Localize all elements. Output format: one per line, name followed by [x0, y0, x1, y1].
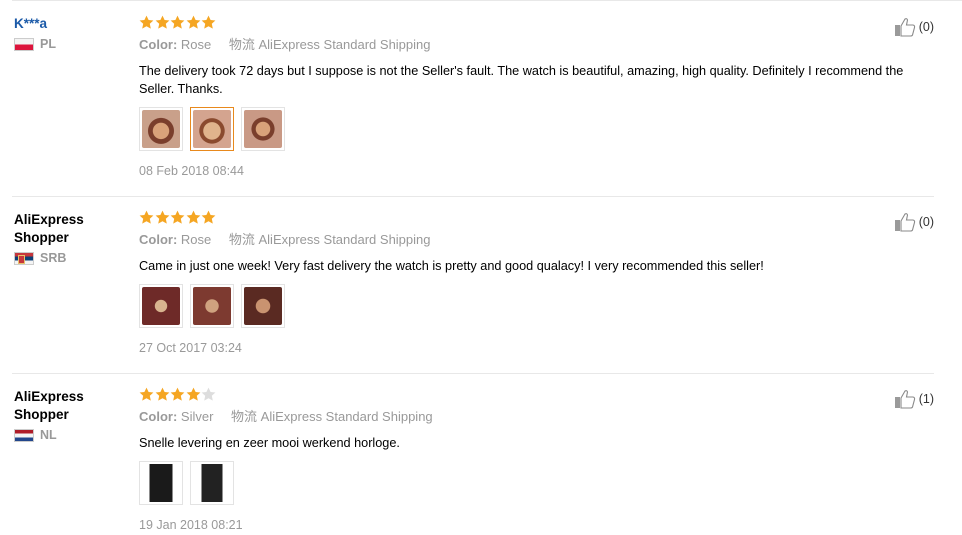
star-icon [201, 210, 216, 224]
color-value: Silver [180, 409, 214, 424]
review-photo-thumbnail[interactable] [190, 107, 234, 151]
color-label: Color: [139, 232, 178, 247]
reviewer-name: AliExpress Shopper [14, 389, 84, 422]
thumbs-up-icon [894, 18, 915, 37]
reviewer-name[interactable]: K***a [14, 15, 124, 33]
star-rating [139, 387, 929, 404]
star-rating [139, 210, 929, 227]
country-code: SRB [40, 251, 67, 265]
color-label: Color: [139, 37, 178, 52]
review-date: 27 Oct 2017 03:24 [139, 341, 242, 355]
flag-srb-icon [14, 251, 34, 265]
review-item: AliExpress Shopper SRB Color: Rose 物流 Al… [0, 197, 934, 374]
flag-nl-icon [14, 428, 34, 442]
review-item: K***a PL Color: Rose 物流 AliExpress Stand… [0, 0, 934, 197]
review-photo-thumbnail[interactable] [139, 461, 183, 505]
review-photo-thumbnail[interactable] [190, 461, 234, 505]
shipping-method: 物流 AliExpress Standard Shipping [228, 37, 431, 52]
star-icon [170, 15, 185, 29]
color-value: Rose [180, 232, 212, 247]
review-meta: Color: Silver 物流 AliExpress Standard Shi… [139, 409, 929, 425]
reviewer-country: NL [14, 428, 124, 442]
review-content: Color: Silver 物流 AliExpress Standard Shi… [139, 387, 929, 532]
reviewer-country: PL [14, 37, 124, 51]
star-icon [139, 387, 154, 401]
shipping-method: 物流 AliExpress Standard Shipping [231, 409, 433, 424]
review-photos [139, 284, 929, 328]
review-text: The delivery took 72 days but I suppose … [139, 64, 904, 96]
star-icon [139, 210, 154, 224]
helpful-button[interactable]: (0) [894, 17, 934, 37]
review-text: Snelle levering en zeer mooi werkend hor… [139, 436, 400, 450]
review-photos [139, 461, 929, 505]
star-icon [155, 15, 169, 29]
helpful-count: (0) [918, 215, 934, 229]
star-icon [201, 387, 216, 401]
reviewer-name: AliExpress Shopper [14, 212, 84, 245]
helpful-count: (0) [918, 20, 934, 34]
review-text: Came in just one week! Very fast deliver… [139, 259, 764, 273]
reviewer-country: SRB [14, 251, 124, 265]
star-icon [186, 387, 200, 401]
reviewer-info: K***a PL [14, 15, 124, 51]
review-date: 19 Jan 2018 08:21 [139, 518, 243, 532]
country-code: PL [40, 37, 56, 51]
review-photo-thumbnail[interactable] [241, 107, 285, 151]
review-content: Color: Rose 物流 AliExpress Standard Shipp… [139, 15, 929, 178]
star-icon [201, 15, 216, 29]
star-rating [139, 15, 929, 32]
shipping-method: 物流 AliExpress Standard Shipping [228, 232, 431, 247]
review-item: AliExpress Shopper NL Color: Silver 物流 A… [0, 374, 934, 535]
star-icon [139, 15, 154, 29]
helpful-button[interactable]: (1) [894, 389, 934, 409]
thumbs-up-icon [894, 390, 915, 409]
review-content: Color: Rose 物流 AliExpress Standard Shipp… [139, 210, 929, 355]
star-icon [186, 15, 200, 29]
review-photo-thumbnail[interactable] [139, 107, 183, 151]
review-date: 08 Feb 2018 08:44 [139, 164, 244, 178]
color-label: Color: [139, 409, 178, 424]
star-icon [155, 387, 169, 401]
star-icon [170, 210, 185, 224]
review-photos [139, 107, 929, 151]
reviewer-info: AliExpress Shopper NL [14, 388, 124, 442]
color-value: Rose [180, 37, 212, 52]
country-code: NL [40, 428, 57, 442]
thumbs-up-icon [894, 213, 915, 232]
helpful-button[interactable]: (0) [894, 212, 934, 232]
flag-pl-icon [14, 37, 34, 51]
review-photo-thumbnail[interactable] [190, 284, 234, 328]
star-icon [186, 210, 200, 224]
helpful-count: (1) [918, 392, 934, 406]
review-photo-thumbnail[interactable] [139, 284, 183, 328]
star-icon [155, 210, 169, 224]
reviewer-info: AliExpress Shopper SRB [14, 211, 124, 265]
review-photo-thumbnail[interactable] [241, 284, 285, 328]
star-icon [170, 387, 185, 401]
review-meta: Color: Rose 物流 AliExpress Standard Shipp… [139, 232, 929, 248]
review-meta: Color: Rose 物流 AliExpress Standard Shipp… [139, 37, 929, 53]
